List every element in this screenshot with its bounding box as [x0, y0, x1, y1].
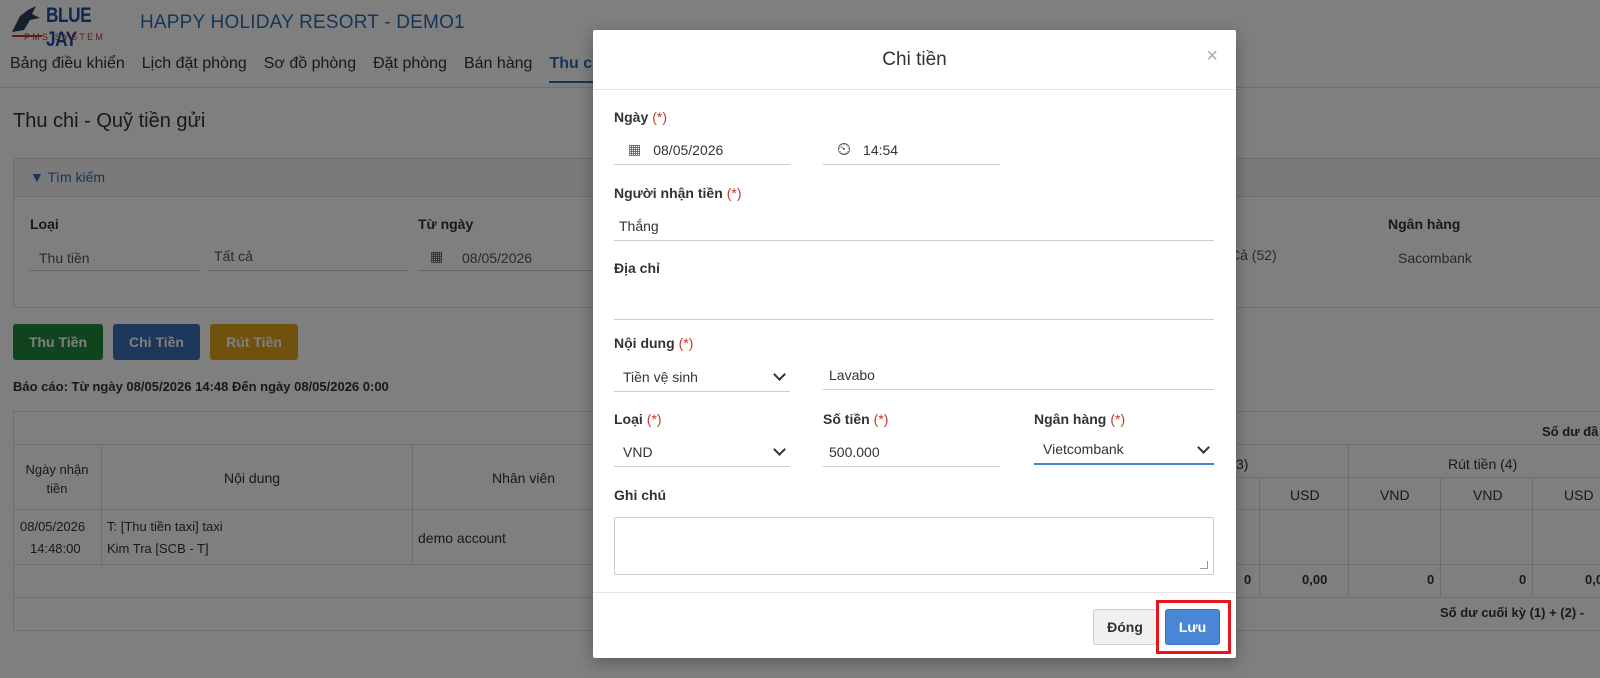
- recipient-input[interactable]: Thắng: [614, 211, 1214, 241]
- resize-grip-icon[interactable]: [1200, 561, 1208, 569]
- modal-header: Chi tiền ×: [593, 30, 1236, 90]
- chevron-down-icon: [773, 368, 786, 381]
- date-label: Ngày (*): [614, 109, 668, 125]
- modal-footer: Đóng Lưu: [593, 592, 1236, 658]
- time-field[interactable]: ⏲ 14:54: [823, 135, 1000, 165]
- modal-title: Chi tiền: [882, 49, 947, 70]
- type-label: Loại (*): [614, 411, 662, 427]
- recipient-label: Người nhận tiền (*): [614, 185, 742, 201]
- calendar-icon: ▦: [628, 141, 642, 157]
- chevron-down-icon: [1197, 441, 1210, 454]
- bank-select-value: Vietcombank: [1043, 441, 1124, 457]
- note-textarea[interactable]: [614, 517, 1214, 575]
- content-select[interactable]: Tiền vệ sinh: [614, 362, 790, 392]
- time-input[interactable]: 14:54: [863, 142, 898, 158]
- note-label: Ghi chú: [614, 487, 667, 503]
- content-select-value: Tiền vệ sinh: [623, 368, 698, 385]
- save-button-highlight: [1156, 600, 1231, 654]
- date-input[interactable]: 08/05/2026: [653, 142, 723, 158]
- content-text-input[interactable]: Lavabo: [823, 360, 1214, 390]
- amount-input[interactable]: 500.000: [823, 437, 1000, 467]
- bank-select[interactable]: Vietcombank: [1034, 435, 1214, 465]
- date-field[interactable]: ▦ 08/05/2026: [614, 135, 790, 165]
- close-icon[interactable]: ×: [1206, 46, 1218, 66]
- chevron-down-icon: [773, 443, 786, 456]
- currency-select-value: VND: [623, 443, 653, 460]
- spend-money-modal: Chi tiền × Ngày (*) ▦ 08/05/2026 ⏲ 14:54 …: [593, 30, 1236, 658]
- address-label: Địa chỉ: [614, 260, 660, 276]
- amount-label: Số tiền (*): [823, 411, 889, 427]
- currency-select[interactable]: VND: [614, 437, 790, 467]
- address-input[interactable]: [614, 290, 1214, 320]
- content-label: Nội dung (*): [614, 335, 694, 351]
- close-button[interactable]: Đóng: [1093, 609, 1157, 645]
- bank-label: Ngân hàng (*): [1034, 411, 1126, 427]
- clock-icon: ⏲: [837, 139, 852, 159]
